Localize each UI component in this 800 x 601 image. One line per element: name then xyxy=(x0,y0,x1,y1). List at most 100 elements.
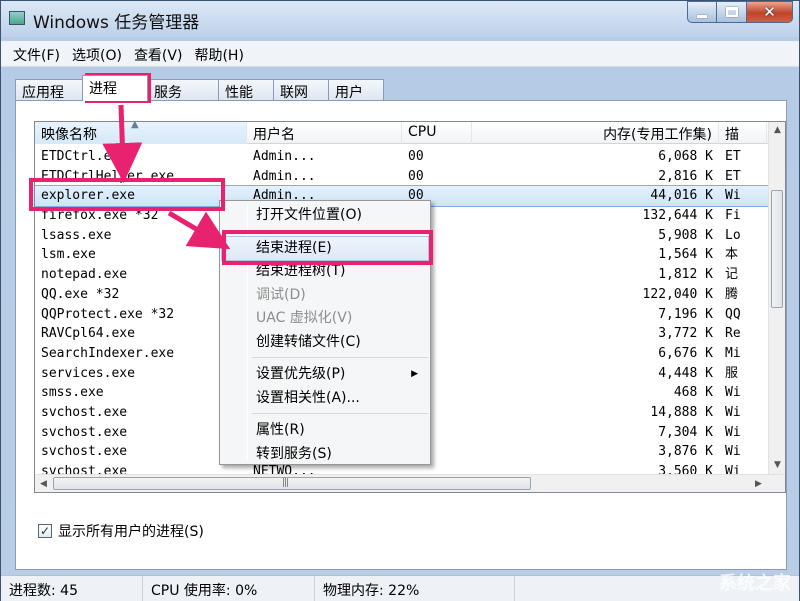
table-cell: 468 K xyxy=(673,385,713,401)
task-manager-window: Windows 任务管理器 ✕ 文件(F) 选项(O) 查看(V) 帮助(H) … xyxy=(0,0,800,601)
table-cell: Wi xyxy=(725,444,741,460)
column-memory[interactable]: 内存(专用工作集) xyxy=(472,122,719,144)
menu-options[interactable]: 选项(O) xyxy=(66,41,128,66)
table-cell: 6,068 K xyxy=(658,149,713,164)
table-row[interactable]: ETDCtrlHelper.exe Admin... 00 2,816 K ET xyxy=(35,167,769,187)
submenu-arrow-icon: ▶ xyxy=(411,369,418,379)
vertical-scroll-thumb[interactable] xyxy=(771,190,783,308)
table-cell: 4,448 K xyxy=(658,365,713,381)
context-menu-item[interactable]: 结束进程树(T) xyxy=(222,260,428,284)
table-cell: lsm.exe xyxy=(41,247,96,263)
table-cell: Fi xyxy=(725,208,741,224)
column-description[interactable]: 描 xyxy=(719,122,767,144)
window-controls: ✕ xyxy=(687,1,793,23)
tab-processes[interactable]: 进程 xyxy=(82,75,148,101)
watermark-text: 系统之家 xyxy=(719,573,791,594)
menu-help[interactable]: 帮助(H) xyxy=(188,41,249,66)
list-header: 映像名称 ▲ 用户名 CPU 内存(专用工作集) 描 xyxy=(35,122,785,144)
scroll-right-icon[interactable]: ▶ xyxy=(750,475,767,492)
title-bar[interactable]: Windows 任务管理器 ✕ xyxy=(1,1,799,37)
minimize-button[interactable] xyxy=(687,1,717,23)
context-menu-item[interactable]: 设置优先级(P) ▶ xyxy=(222,363,428,387)
vertical-scrollbar[interactable]: ▲ ▼ xyxy=(768,122,785,474)
menu-item-label: 调试(D) xyxy=(256,286,306,303)
scroll-down-icon[interactable]: ▼ xyxy=(769,457,785,474)
context-menu-item[interactable]: 结束进程(E) xyxy=(221,235,429,261)
context-menu-item[interactable]: 属性(R) xyxy=(222,419,428,443)
show-all-users-checkbox[interactable]: ✓ 显示所有用户的进程(S) xyxy=(38,521,204,541)
maximize-button[interactable] xyxy=(717,1,747,23)
checkbox-check-icon[interactable]: ✓ xyxy=(38,524,52,538)
table-cell: 记 xyxy=(725,267,739,283)
scroll-left-icon[interactable]: ◀ xyxy=(35,475,52,492)
menu-view[interactable]: 查看(V) xyxy=(128,41,189,66)
table-cell: QQ.exe *32 xyxy=(41,286,120,302)
table-cell: 3,772 K xyxy=(658,326,713,342)
status-cpu-usage: CPU 使用率: 0% xyxy=(143,576,315,601)
table-cell: Wi xyxy=(725,424,741,440)
column-user-name[interactable]: 用户名 xyxy=(247,122,402,144)
table-cell: Wi xyxy=(725,385,741,401)
sort-ascending-icon: ▲ xyxy=(131,122,139,130)
table-cell: notepad.exe xyxy=(41,267,128,283)
table-cell: 132,644 K xyxy=(642,208,713,224)
task-manager-icon xyxy=(9,11,25,25)
table-cell: Admin... xyxy=(253,168,316,184)
table-cell: 122,040 K xyxy=(642,286,713,302)
context-menu-item: 调试(D) xyxy=(222,284,428,308)
window-title: Windows 任务管理器 xyxy=(33,13,200,33)
table-cell: smss.exe xyxy=(41,385,104,401)
context-menu-item[interactable]: 转到服务(S) xyxy=(222,443,428,467)
context-menu-item[interactable]: 打开文件位置(O) xyxy=(222,204,428,228)
scroll-up-icon[interactable]: ▲ xyxy=(769,122,785,139)
column-label: 映像名称 xyxy=(41,127,97,143)
context-menu-item: UAC 虚拟化(V) xyxy=(222,307,428,331)
table-cell: 本 xyxy=(725,247,739,263)
table-cell: Wi xyxy=(725,404,741,420)
context-menu-item[interactable]: 设置相关性(A)... xyxy=(222,387,428,411)
maximize-icon xyxy=(725,7,738,17)
table-cell: ET xyxy=(725,168,741,184)
menu-item-label: 结束进程树(T) xyxy=(256,263,346,279)
table-cell: lsass.exe xyxy=(41,227,112,243)
table-cell: ETDCtrl.exe xyxy=(41,149,128,164)
table-cell: firefox.exe *32 xyxy=(41,208,159,224)
menu-item-label: 结束进程(E) xyxy=(256,239,332,256)
minimize-icon xyxy=(697,14,707,18)
table-cell: explorer.exe xyxy=(41,188,135,204)
horizontal-scroll-thumb[interactable]: ||| xyxy=(53,477,531,490)
table-cell: 00 xyxy=(408,149,424,164)
table-cell: Wi xyxy=(725,188,741,204)
menu-file[interactable]: 文件(F) xyxy=(7,41,66,66)
table-cell: 6,676 K xyxy=(658,345,713,361)
status-bar: 进程数: 45 CPU 使用率: 0% 物理内存: 22% xyxy=(1,575,799,601)
table-cell: QQProtect.exe *32 xyxy=(41,306,175,322)
table-cell: ET xyxy=(725,149,741,164)
tab-applications[interactable]: 应用程序 xyxy=(15,79,83,121)
checkbox-label: 显示所有用户的进程(S) xyxy=(58,524,204,540)
table-cell: RAVCpl64.exe xyxy=(41,326,135,342)
table-cell: 7,304 K xyxy=(658,424,713,440)
table-row[interactable]: ETDCtrl.exe Admin... 00 6,068 K ET xyxy=(35,147,769,167)
close-button[interactable]: ✕ xyxy=(747,1,793,23)
context-menu: 打开文件位置(O) 结束进程(E) 结束进程树(T) 调试(D) UAC 虚拟化(V) 创… xyxy=(219,200,431,465)
grip-icon: ||| xyxy=(282,478,289,488)
table-cell: 服 xyxy=(725,365,739,381)
table-cell: Lo xyxy=(725,227,741,243)
table-cell: 00 xyxy=(408,168,424,184)
table-cell: QQ xyxy=(725,306,741,322)
table-cell: svchost.exe xyxy=(41,404,128,420)
column-image-name[interactable]: 映像名称 ▲ xyxy=(35,122,247,144)
tab-performance[interactable]: 性能 xyxy=(218,79,274,101)
tab-users[interactable]: 用户 xyxy=(328,79,384,101)
horizontal-scrollbar[interactable]: ◀ ||| ▶ xyxy=(35,474,785,492)
column-cpu[interactable]: CPU xyxy=(402,122,472,144)
table-cell: services.exe xyxy=(41,365,135,381)
menu-item-label: 属性(R) xyxy=(256,422,305,438)
tab-services[interactable]: 服务 xyxy=(147,79,219,101)
table-cell: 44,016 K xyxy=(650,188,713,204)
context-menu-item[interactable]: 创建转储文件(C) xyxy=(222,331,428,355)
tab-networking[interactable]: 联网 xyxy=(273,79,329,101)
status-physical-memory: 物理内存: 22% xyxy=(315,576,515,601)
table-cell: 2,816 K xyxy=(658,168,713,184)
